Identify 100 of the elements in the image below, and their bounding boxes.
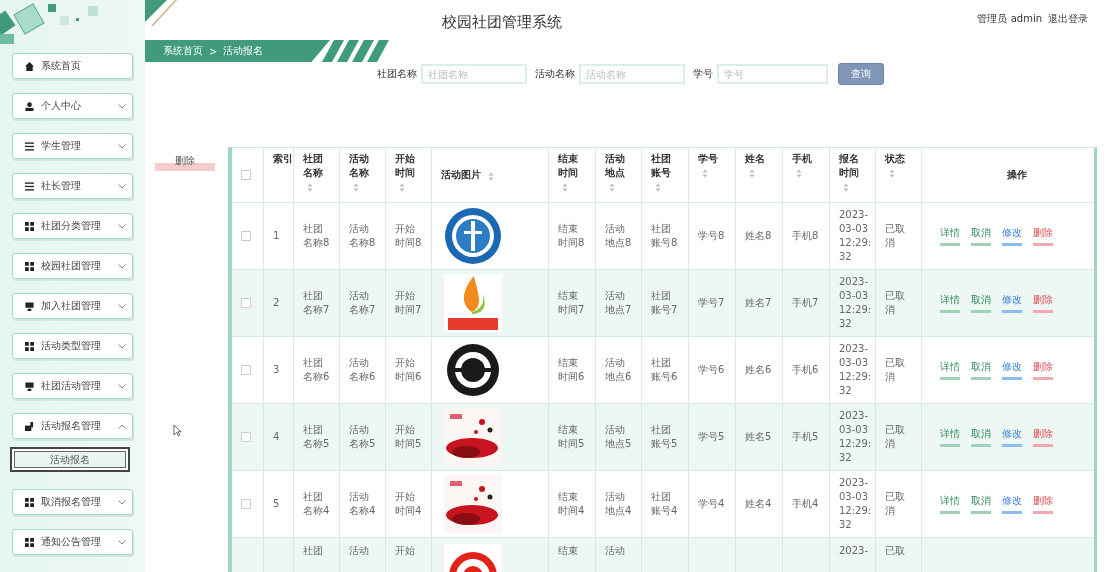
cancel-link[interactable]: 取消 xyxy=(971,226,991,246)
detail-link[interactable]: 详情 xyxy=(940,427,960,447)
chevron-icon xyxy=(118,383,126,389)
column-header[interactable]: 社团名称 xyxy=(303,152,330,180)
table-cell: 结束时间7 xyxy=(558,289,585,317)
column-header[interactable]: 操作 xyxy=(1007,168,1027,182)
column-header[interactable]: 活动地点 xyxy=(605,152,632,180)
search-field[interactable]: 社团名称 xyxy=(421,64,527,84)
table-cell: 2023-03-03 12:29:32 xyxy=(839,208,873,264)
column-header[interactable]: 学号 xyxy=(698,152,725,166)
checkbox[interactable] xyxy=(241,231,251,241)
logout-link[interactable]: 退出登录 xyxy=(1048,12,1088,26)
checkbox[interactable] xyxy=(241,432,251,442)
table-cell: 手机4 xyxy=(792,497,819,511)
checkbox[interactable] xyxy=(241,365,251,375)
sort-icon[interactable] xyxy=(399,183,405,192)
table-cell-text: 已取消 xyxy=(885,490,906,518)
menu-item[interactable]: 社团分类管理 xyxy=(12,213,133,239)
sort-icon[interactable] xyxy=(889,169,895,178)
search-field[interactable]: 学号 xyxy=(717,64,828,84)
menu-item[interactable]: 系统首页 xyxy=(12,53,133,79)
cancel-link[interactable]: 取消 xyxy=(971,360,991,380)
delete-button[interactable]: 删除 xyxy=(155,154,215,171)
edit-link[interactable]: 修改 xyxy=(1002,226,1022,246)
detail-link[interactable]: 详情 xyxy=(940,293,960,313)
edit-link[interactable]: 修改 xyxy=(1002,293,1022,313)
sort-icon[interactable] xyxy=(609,183,615,192)
sort-icon[interactable] xyxy=(843,183,849,192)
column-header[interactable]: 结束时间 xyxy=(558,152,585,180)
detail-link[interactable]: 详情 xyxy=(940,360,960,380)
chevron-icon xyxy=(118,143,126,149)
table-cell: 学号7 xyxy=(698,296,725,310)
chevron-icon xyxy=(118,263,126,269)
cancel-link[interactable]: 取消 xyxy=(971,293,991,313)
sort-icon[interactable] xyxy=(796,169,802,178)
table-cell: 2023-03-03 12:29:32 xyxy=(839,476,873,532)
table-cell-text: 已取消 xyxy=(885,289,906,317)
chevron-icon xyxy=(118,303,126,309)
delete-link[interactable]: 删除 xyxy=(1033,360,1053,380)
menu-item[interactable]: 活动类型管理 xyxy=(12,333,133,359)
delete-link[interactable]: 删除 xyxy=(1033,494,1053,514)
edit-link[interactable]: 修改 xyxy=(1002,360,1022,380)
table-cell: 社团名称6 xyxy=(303,356,330,384)
table-cell: 姓名4 xyxy=(745,497,772,511)
table-cell: 开始时间7 xyxy=(395,289,422,317)
sort-icon[interactable] xyxy=(749,169,755,178)
delete-link[interactable]: 删除 xyxy=(1033,293,1053,313)
monitor-icon xyxy=(25,381,34,391)
column-header[interactable]: 状态 xyxy=(885,152,912,166)
stripe-drawing xyxy=(322,40,392,62)
table-cell: 结束时间4 xyxy=(558,490,585,518)
column-header[interactable]: 活动图片 xyxy=(441,168,481,182)
sort-icon[interactable] xyxy=(353,183,359,192)
detail-link[interactable]: 详情 xyxy=(940,226,960,246)
menu-item[interactable]: 学生管理 xyxy=(12,133,133,159)
monitor-icon xyxy=(25,301,34,311)
column-header[interactable]: 报名时间 xyxy=(839,152,866,180)
menu-item[interactable]: 社长管理 xyxy=(12,173,133,199)
column-header[interactable]: 索引 xyxy=(273,152,293,166)
column-header[interactable]: 社团账号 xyxy=(651,152,678,180)
menu-item[interactable]: 校园社团管理 xyxy=(12,253,133,279)
delete-link[interactable]: 删除 xyxy=(1033,226,1053,246)
sort-icon[interactable] xyxy=(702,169,708,178)
home-icon xyxy=(25,61,34,71)
submenu-item[interactable]: 活动报名 xyxy=(10,447,130,472)
column-header[interactable]: 开始时间 xyxy=(395,152,422,180)
chevron-icon xyxy=(118,539,126,545)
menu-item[interactable]: 活动报名管理 xyxy=(12,413,133,439)
cancel-link[interactable]: 取消 xyxy=(971,494,991,514)
menu-item[interactable]: 取消报名管理 xyxy=(12,489,133,515)
sort-icon[interactable] xyxy=(655,183,661,192)
sort-icon[interactable] xyxy=(562,183,568,192)
edit-link[interactable]: 修改 xyxy=(1002,494,1022,514)
search-field[interactable]: 活动名称 xyxy=(579,64,685,84)
sort-icon[interactable] xyxy=(488,172,494,181)
column-header[interactable]: 姓名 xyxy=(745,152,772,166)
delete-link[interactable]: 删除 xyxy=(1033,427,1053,447)
detail-link[interactable]: 详情 xyxy=(940,494,960,514)
table-cell: 2023-03-03 12:29:32 xyxy=(839,275,873,331)
checkbox[interactable] xyxy=(241,298,251,308)
menu-item[interactable]: 加入社团管理 xyxy=(12,293,133,319)
edit-link[interactable]: 修改 xyxy=(1002,427,1022,447)
menu-label: 社长管理 xyxy=(41,179,82,193)
sort-icon[interactable] xyxy=(307,183,313,192)
checkbox[interactable] xyxy=(241,170,251,180)
column-header[interactable]: 活动名称 xyxy=(349,152,376,180)
checkbox[interactable] xyxy=(241,499,251,509)
field-label: 社团名称 xyxy=(377,67,417,81)
menu-item[interactable]: 社团活动管理 xyxy=(12,373,133,399)
column-header[interactable]: 手机 xyxy=(792,152,819,166)
field-label: 学号 xyxy=(693,67,713,81)
grid-icon xyxy=(25,341,34,351)
cancel-link[interactable]: 取消 xyxy=(971,427,991,447)
table-cell: 结束时间5 xyxy=(558,423,585,451)
field-label: 活动名称 xyxy=(535,67,575,81)
menu-item[interactable]: 通知公告管理 xyxy=(12,529,133,555)
table-cell: 学号4 xyxy=(698,497,725,511)
menu-item[interactable]: 个人中心 xyxy=(12,93,133,119)
menu-label: 个人中心 xyxy=(41,99,82,113)
list-icon xyxy=(25,181,34,191)
